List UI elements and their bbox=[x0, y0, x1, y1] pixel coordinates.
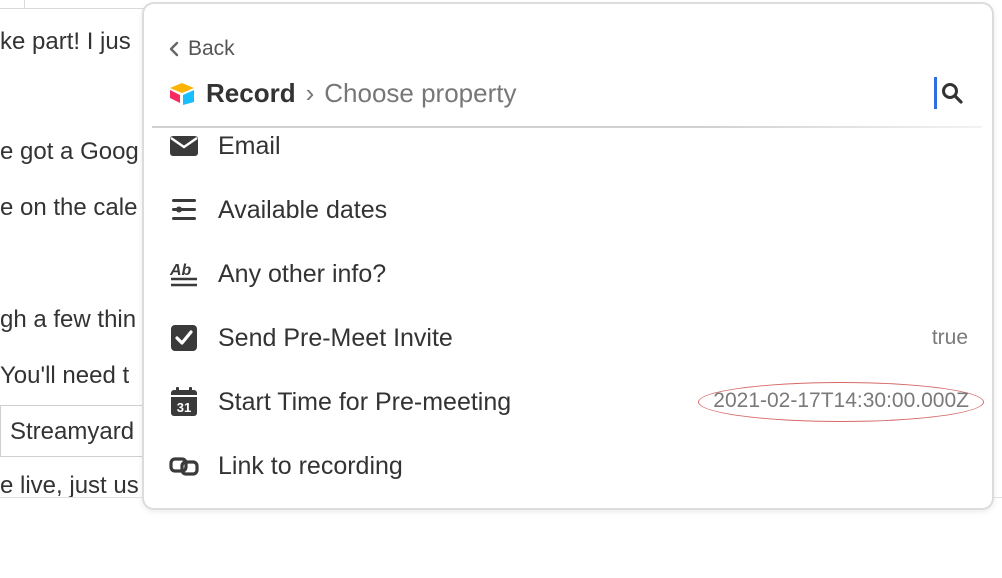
doc-text-line: You'll need t bbox=[0, 362, 130, 389]
property-value: true bbox=[931, 326, 968, 349]
property-label: Start Time for Pre-meeting bbox=[218, 387, 512, 416]
text-cursor bbox=[934, 77, 937, 109]
property-item-email[interactable]: Email bbox=[144, 114, 992, 178]
property-label: Any other info? bbox=[218, 259, 387, 288]
doc-text-line: e got a Goog bbox=[0, 138, 139, 165]
calendar-day: 31 bbox=[177, 400, 191, 415]
table-top-border bbox=[0, 0, 150, 9]
svg-text:Ab: Ab bbox=[169, 262, 192, 279]
choose-property-popover: Back Record › Choose property Email Avai… bbox=[142, 2, 994, 510]
property-item-any-other-info[interactable]: Ab Any other info? bbox=[144, 242, 992, 306]
search-input[interactable] bbox=[934, 76, 968, 110]
link-icon bbox=[168, 450, 200, 482]
checkbox-icon bbox=[168, 322, 200, 354]
calendar-icon: 31 bbox=[168, 386, 200, 418]
back-button[interactable]: Back bbox=[168, 36, 235, 62]
breadcrumb-record[interactable]: Record bbox=[206, 78, 296, 109]
doc-table-cell: Streamyard bbox=[10, 418, 135, 445]
doc-table-row: Streamyard bbox=[0, 405, 150, 457]
doc-text-line: ke part! I jus bbox=[0, 28, 131, 55]
search-icon bbox=[942, 83, 963, 104]
property-item-available-dates[interactable]: Available dates bbox=[144, 178, 992, 242]
back-label: Back bbox=[188, 37, 235, 60]
doc-text-line: e live, just us bbox=[0, 472, 139, 499]
airtable-logo-icon bbox=[170, 83, 194, 105]
envelope-icon bbox=[168, 130, 200, 162]
property-item-send-pre-meet-invite[interactable]: Send Pre-Meet Invite true bbox=[144, 306, 992, 370]
property-value: 2021-02-17T14:30:00.000Z bbox=[698, 382, 984, 422]
doc-text-line: e on the cale bbox=[0, 194, 138, 221]
property-item-link-to-recording[interactable]: Link to recording bbox=[144, 434, 992, 498]
breadcrumb-separator: › bbox=[305, 77, 315, 108]
property-label: Email bbox=[218, 131, 281, 160]
chevron-left-icon bbox=[169, 41, 179, 57]
property-label: Link to recording bbox=[218, 451, 403, 480]
breadcrumb: Record › Choose property bbox=[168, 76, 516, 110]
long-text-icon: Ab bbox=[168, 258, 200, 290]
property-label: Send Pre-Meet Invite bbox=[218, 323, 453, 352]
doc-text-line: gh a few thin bbox=[0, 306, 137, 333]
multiselect-icon bbox=[168, 194, 200, 226]
breadcrumb-choose-property: Choose property bbox=[324, 77, 517, 108]
property-label: Available dates bbox=[218, 195, 388, 224]
property-item-start-time[interactable]: 31 Start Time for Pre-meeting 2021-02-17… bbox=[144, 370, 992, 434]
